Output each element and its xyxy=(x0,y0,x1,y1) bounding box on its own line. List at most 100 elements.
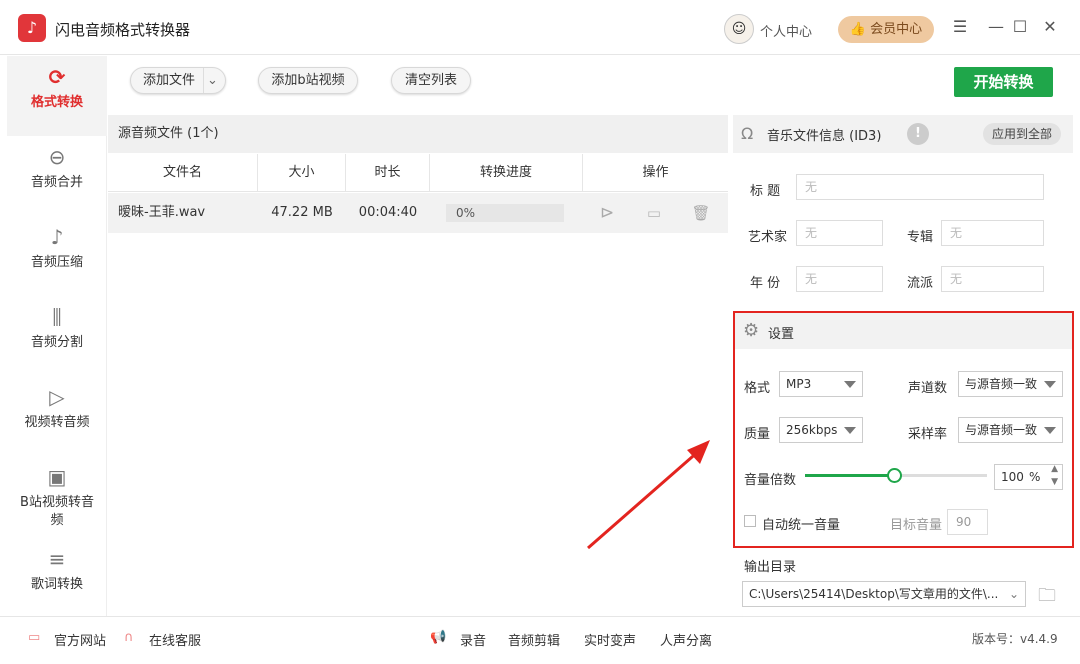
title-field[interactable]: 无 xyxy=(796,174,1044,200)
maximize-button[interactable]: ☐ xyxy=(1008,15,1032,39)
website-link[interactable]: 官方网站 xyxy=(54,630,106,649)
quality-select[interactable]: 256kbps xyxy=(779,417,863,443)
file-size: 47.22 MB xyxy=(271,205,333,220)
sidebar-item-merge[interactable]: ⊖ 音频合并 xyxy=(7,136,107,216)
auto-volume-label: 自动统一音量 xyxy=(762,518,841,533)
sidebar-item-label: 歌词转换 xyxy=(30,577,83,592)
artist-label: 艺术家 xyxy=(748,230,788,245)
quality-label: 质量 xyxy=(744,427,771,442)
sidebar-item-label: 音频合并 xyxy=(30,175,83,190)
avatar[interactable]: ☺ xyxy=(724,14,754,44)
format-select[interactable]: MP3 xyxy=(779,371,863,397)
close-button[interactable]: ✕ xyxy=(1038,15,1062,39)
id3-panel-header: Ω 音乐文件信息 (ID3) ! 应用到全部 xyxy=(733,115,1073,153)
sidebar-item-label-line2: 频 xyxy=(50,513,64,528)
vip-center-button[interactable]: 👍 会员中心 xyxy=(838,16,934,43)
play-icon[interactable]: ⊳ xyxy=(596,193,618,233)
chevron-down-icon[interactable]: ⌄ xyxy=(203,68,221,93)
samplerate-label: 采样率 xyxy=(908,427,948,442)
sidebar-item-label: 格式转换 xyxy=(30,95,83,110)
title-label: 标 题 xyxy=(750,184,781,199)
folder-icon[interactable]: 🗀 xyxy=(1038,583,1056,613)
channels-select[interactable]: 与源音频一致 xyxy=(958,371,1063,397)
add-file-button[interactable]: 添加文件 ⌄ xyxy=(130,67,226,94)
bilibili-icon: ▣ xyxy=(47,465,67,489)
column-progress: 转换进度 xyxy=(430,154,583,192)
volume-slider-handle[interactable] xyxy=(887,468,902,483)
audio-edit-link[interactable]: 音频剪辑 xyxy=(508,630,560,649)
menu-icon[interactable]: ☰ xyxy=(948,15,972,39)
quality-value: 256kbps xyxy=(786,423,838,437)
merge-icon: ⊖ xyxy=(48,145,66,169)
headset-icon: ∩ xyxy=(124,630,134,645)
column-filename: 文件名 xyxy=(108,154,258,192)
volume-input[interactable]: 100 % ▲ ▼ xyxy=(994,464,1063,490)
sidebar-item-bilibili[interactable]: ▣ B站视频转音 频 xyxy=(7,456,107,546)
thumbs-up-icon: 👍 xyxy=(849,22,867,37)
target-volume-input[interactable]: 90 xyxy=(947,509,988,535)
auto-volume-checkbox[interactable] xyxy=(744,515,756,527)
compress-icon: ♪ xyxy=(50,225,64,249)
vocal-separation-link[interactable]: 人声分离 xyxy=(660,630,712,649)
table-row[interactable]: 暧昧-王菲.wav 47.22 MB 00:04:40 0% ⊳ ▭ 🗑 xyxy=(108,193,728,233)
record-link[interactable]: 录音 xyxy=(460,630,486,649)
album-field[interactable]: 无 xyxy=(941,220,1044,246)
version-label: 版本号：v4.4.9 xyxy=(972,632,1058,646)
clear-list-button[interactable]: 清空列表 xyxy=(391,67,471,94)
chevron-down-icon xyxy=(1044,427,1056,434)
samplerate-select[interactable]: 与源音频一致 xyxy=(958,417,1063,443)
personal-center-link[interactable]: 个人中心 xyxy=(760,21,812,40)
chevron-down-icon xyxy=(844,427,856,434)
sidebar-item-label: 视频转音频 xyxy=(24,415,90,430)
file-duration: 00:04:40 xyxy=(358,205,418,220)
annotation-arrow xyxy=(587,440,710,550)
stepper-arrows-icon[interactable]: ▲ ▼ xyxy=(1051,463,1058,489)
info-icon[interactable]: ! xyxy=(907,123,929,145)
column-size: 大小 xyxy=(258,154,346,192)
vip-center-label: 会员中心 xyxy=(870,22,923,37)
file-table-header: 文件名 大小 时长 转换进度 操作 xyxy=(108,154,728,192)
megaphone-icon: 📢 xyxy=(430,630,447,645)
column-duration: 时长 xyxy=(346,154,430,192)
sidebar-item-lyrics[interactable]: ≡ 歌词转换 xyxy=(7,538,107,618)
sidebar: ⟳ 格式转换 ⊖ 音频合并 ♪ 音频压缩 ⫼ 音频分割 ▷ 视频转音频 ▣ B站… xyxy=(7,56,107,616)
sidebar-item-video-to-audio[interactable]: ▷ 视频转音频 xyxy=(7,376,107,456)
app-title: 闪电音频格式转换器 xyxy=(55,21,191,39)
monitor-icon: ▭ xyxy=(28,630,41,645)
sidebar-item-label: B站视频转音 xyxy=(20,495,94,510)
start-convert-button[interactable]: 开始转换 xyxy=(954,67,1053,97)
chevron-down-icon xyxy=(1044,381,1056,388)
format-label: 格式 xyxy=(744,381,771,396)
online-service-link[interactable]: 在线客服 xyxy=(149,630,201,649)
volume-slider-fill xyxy=(805,474,895,477)
add-bilibili-video-button[interactable]: 添加b站视频 xyxy=(258,67,358,94)
year-label: 年 份 xyxy=(750,276,781,291)
folder-icon[interactable]: ▭ xyxy=(643,193,665,233)
output-dir-select[interactable]: C:\Users\25414\Desktop\写文章用的文件\... ⌄ xyxy=(742,581,1026,607)
sidebar-item-format-convert[interactable]: ⟳ 格式转换 xyxy=(7,56,107,136)
artist-field[interactable]: 无 xyxy=(796,220,883,246)
genre-field[interactable]: 无 xyxy=(941,266,1044,292)
app-logo-icon: ♪ xyxy=(18,14,46,42)
headphones-icon: Ω xyxy=(741,124,754,143)
sidebar-item-label: 音频压缩 xyxy=(30,255,83,270)
file-name: 暧昧-王菲.wav xyxy=(118,205,206,220)
album-label: 专辑 xyxy=(907,230,934,245)
sidebar-item-split[interactable]: ⫼ 音频分割 xyxy=(7,296,107,376)
year-field[interactable]: 无 xyxy=(796,266,883,292)
volume-value: 100 xyxy=(1001,470,1024,484)
apply-all-button[interactable]: 应用到全部 xyxy=(983,123,1061,145)
minimize-button[interactable]: — xyxy=(984,15,1008,39)
delete-icon[interactable]: 🗑 xyxy=(690,193,712,233)
progress-bar: 0% xyxy=(446,204,564,222)
sidebar-item-compress[interactable]: ♪ 音频压缩 xyxy=(7,216,107,296)
id3-title: 音乐文件信息 (ID3) xyxy=(767,129,882,144)
volume-label: 音量倍数 xyxy=(744,473,797,488)
output-dir-label: 输出目录 xyxy=(744,560,797,575)
refresh-icon: ⟳ xyxy=(48,65,66,89)
genre-label: 流派 xyxy=(907,276,934,291)
channels-value: 与源音频一致 xyxy=(965,377,1038,391)
chevron-down-icon: ⌄ xyxy=(1008,587,1019,601)
voice-change-link[interactable]: 实时变声 xyxy=(584,630,636,649)
volume-unit: % xyxy=(1029,470,1041,484)
